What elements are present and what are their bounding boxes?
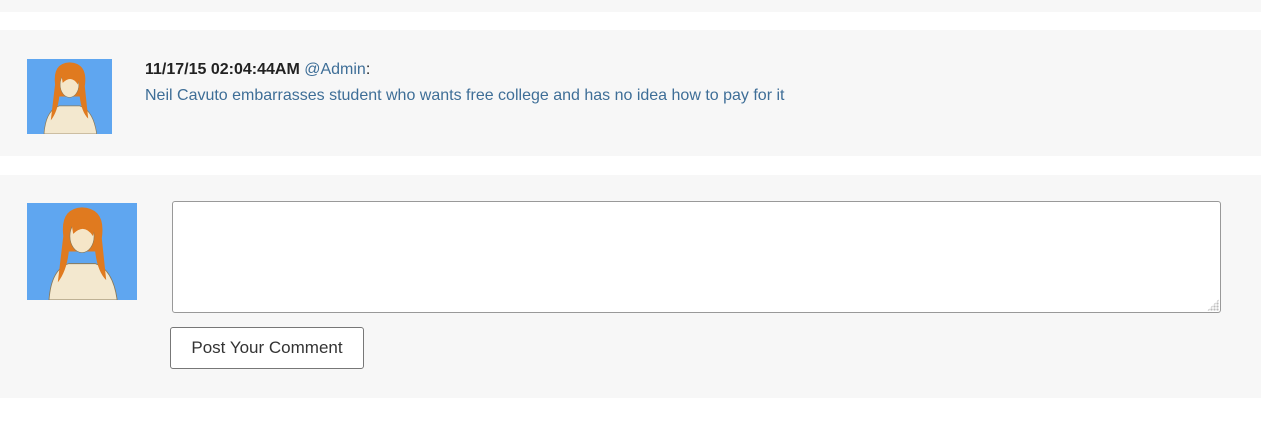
comment-text-link[interactable]: Neil Cavuto embarrasses student who want… — [145, 86, 784, 106]
comment-composer: Post Your Comment — [0, 175, 1261, 398]
comment-meta: 11/17/15 02:04:44AM @Admin: — [145, 60, 370, 80]
comment-item: 11/17/15 02:04:44AM @Admin: Neil Cavuto … — [0, 30, 1261, 156]
previous-comment-panel — [0, 0, 1261, 12]
meta-separator: : — [365, 61, 371, 78]
comment-textarea[interactable] — [172, 201, 1221, 313]
author-link[interactable]: @Admin — [304, 61, 366, 78]
post-comment-button[interactable]: Post Your Comment — [170, 327, 364, 369]
user-avatar-icon — [27, 203, 137, 300]
comment-timestamp: 11/17/15 02:04:44AM — [145, 61, 300, 78]
user-avatar-icon[interactable] — [27, 59, 112, 134]
